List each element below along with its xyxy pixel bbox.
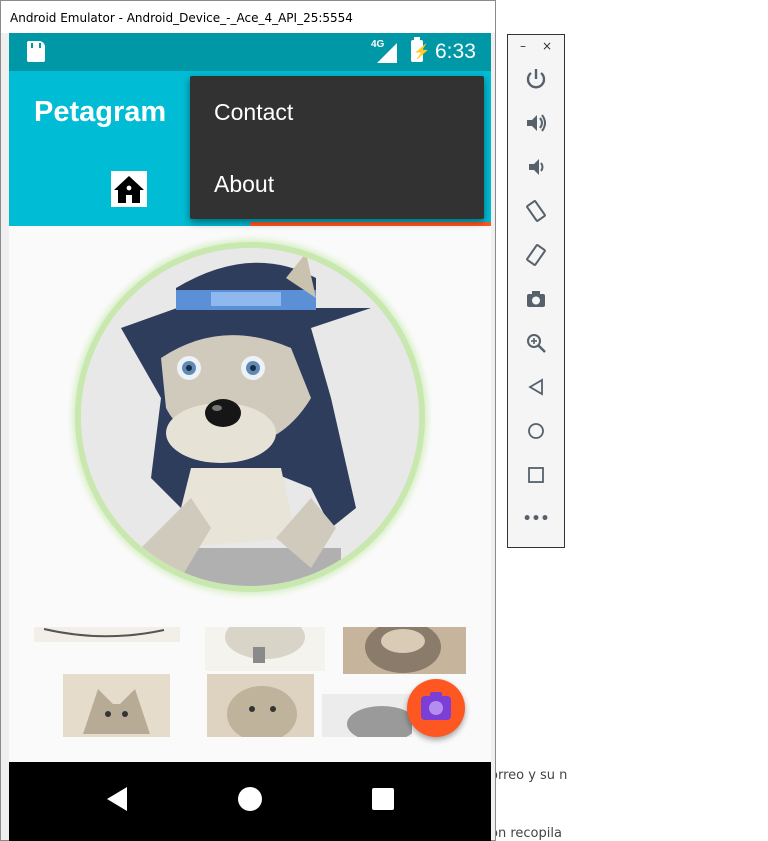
dog-sketch-6 bbox=[347, 706, 412, 737]
home-icon bbox=[528, 423, 544, 439]
gallery-thumbnail[interactable] bbox=[322, 694, 412, 737]
background-text-2: ón recopila bbox=[490, 826, 562, 841]
window-title: Android Emulator - Android_Device_-_Ace_… bbox=[10, 11, 353, 25]
device-screen[interactable]: 4G ⚡ 6:33 Petagram Contact About bbox=[9, 33, 491, 841]
sd-card-icon bbox=[27, 41, 45, 62]
dog-sketch-3 bbox=[365, 627, 441, 673]
toolbar-home-button[interactable] bbox=[519, 414, 553, 448]
menu-item-contact[interactable]: Contact bbox=[190, 76, 484, 148]
dog-sketch-1 bbox=[43, 628, 165, 638]
recents-icon[interactable] bbox=[371, 787, 395, 811]
husky-sketch bbox=[83, 689, 150, 734]
overflow-menu: Contact About bbox=[190, 76, 484, 219]
gallery-thumbnail[interactable] bbox=[207, 674, 314, 737]
back-icon bbox=[528, 378, 543, 396]
background-text-1: orreo y su n bbox=[490, 768, 568, 783]
screenshot-icon bbox=[527, 291, 545, 307]
avatar[interactable] bbox=[81, 248, 419, 586]
status-bar: 4G ⚡ 6:33 bbox=[9, 33, 491, 71]
power-icon bbox=[526, 69, 546, 89]
close-button[interactable]: × bbox=[542, 39, 552, 53]
signal-icon bbox=[377, 43, 397, 63]
gallery-thumbnail[interactable] bbox=[343, 627, 466, 674]
rotate-left-icon bbox=[526, 200, 546, 222]
pitbull-sketch bbox=[227, 686, 297, 737]
toolbar-back-button[interactable] bbox=[519, 370, 553, 404]
gallery-thumbnail[interactable] bbox=[205, 627, 325, 671]
zoom-icon bbox=[527, 334, 546, 353]
rotate-right-icon bbox=[526, 244, 546, 266]
zoom-button[interactable] bbox=[519, 326, 553, 360]
power-button[interactable] bbox=[519, 62, 553, 96]
volume-up-button[interactable] bbox=[519, 106, 553, 140]
more-button[interactable]: ••• bbox=[519, 502, 553, 536]
emulator-toolbar: – × ••• bbox=[507, 34, 565, 548]
toolbar-overview-button[interactable] bbox=[519, 458, 553, 492]
back-icon[interactable] bbox=[105, 786, 129, 812]
screenshot-button[interactable] bbox=[519, 282, 553, 316]
rotate-left-button[interactable] bbox=[519, 194, 553, 228]
tab-selected-indicator bbox=[250, 222, 491, 226]
husky-pixel-art-avatar bbox=[81, 248, 419, 586]
window-titlebar[interactable]: Android Emulator - Android_Device_-_Ace_… bbox=[1, 1, 495, 33]
gallery-thumbnail[interactable] bbox=[63, 674, 170, 737]
home-icon bbox=[114, 176, 144, 203]
app-title: Petagram bbox=[34, 96, 167, 128]
navigation-bar bbox=[9, 762, 491, 841]
volume-down-button[interactable] bbox=[519, 150, 553, 184]
battery-charging-icon: ⚡ bbox=[411, 37, 430, 62]
camera-icon bbox=[421, 692, 451, 720]
volume-down-icon bbox=[529, 159, 544, 175]
dog-sketch-2 bbox=[225, 627, 305, 663]
volume-up-icon bbox=[527, 114, 546, 132]
emulator-window: Android Emulator - Android_Device_-_Ace_… bbox=[0, 0, 496, 841]
minimize-button[interactable]: – bbox=[520, 39, 526, 53]
overview-icon bbox=[528, 467, 544, 483]
menu-item-about[interactable]: About bbox=[190, 148, 484, 220]
tab-home[interactable] bbox=[111, 171, 147, 207]
rotate-right-button[interactable] bbox=[519, 238, 553, 272]
home-circle-icon[interactable] bbox=[237, 786, 263, 812]
more-icon: ••• bbox=[522, 511, 550, 527]
camera-fab[interactable] bbox=[407, 679, 465, 737]
gallery-thumbnail[interactable] bbox=[34, 627, 180, 642]
status-time: 6:33 bbox=[435, 40, 476, 63]
